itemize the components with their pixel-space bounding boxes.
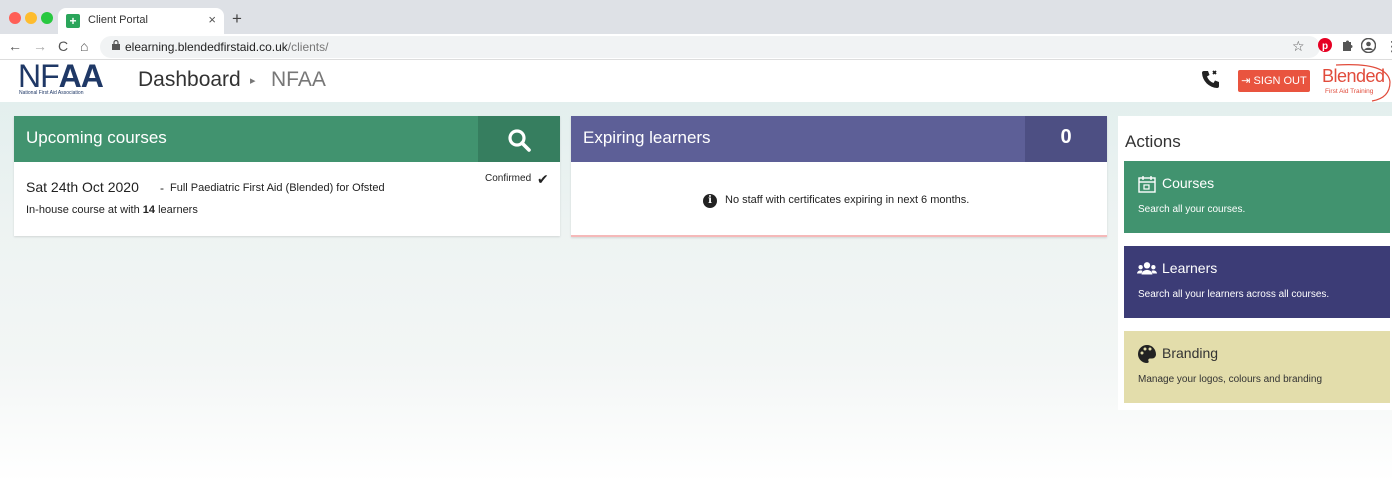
pinterest-extension-icon[interactable]: p <box>1318 38 1332 55</box>
expiring-count: 0 <box>1060 126 1072 148</box>
upcoming-courses-title: Upcoming courses <box>26 128 167 147</box>
extensions-puzzle-icon[interactable] <box>1340 38 1354 55</box>
upcoming-courses-card: Upcoming courses Sat 24th Oct 2020 - Ful… <box>14 116 560 236</box>
window-close-button[interactable] <box>9 12 21 24</box>
search-courses-button[interactable] <box>478 116 560 162</box>
bookmark-star-icon[interactable]: ☆ <box>1292 38 1305 55</box>
breadcrumb-current: NFAA <box>271 68 326 91</box>
actions-title: Actions <box>1125 132 1181 151</box>
calendar-icon <box>1138 176 1156 193</box>
expiring-learners-card: Expiring learners 0 i No staff with cert… <box>571 116 1107 237</box>
browser-tab[interactable]: + Client Portal × <box>58 8 224 34</box>
browser-toolbar: ← → C ⌂ elearning.blendedfirstaid.co.uk/… <box>0 34 1392 60</box>
empty-state-message: No staff with certificates expiring in n… <box>725 194 970 206</box>
first-aid-favicon-icon: + <box>66 14 80 28</box>
profile-avatar-icon[interactable] <box>1360 37 1377 56</box>
sign-out-icon: ⇥ <box>1241 75 1251 87</box>
branding-action-title: Branding <box>1162 345 1219 361</box>
courses-action-desc: Search all your courses. <box>1138 204 1246 215</box>
course-details: In-house course at with 14 learners <box>26 204 198 216</box>
branding-action-desc: Manage your logos, colours and branding <box>1138 374 1323 385</box>
breadcrumb-separator-icon: ▸ <box>250 75 256 87</box>
blended-first-aid-logo: Blended First Aid Training <box>1316 62 1392 102</box>
tab-close-icon[interactable]: × <box>208 12 216 27</box>
learners-action-title: Learners <box>1162 260 1218 276</box>
actions-panel: Actions Courses Search all your courses.… <box>1118 116 1392 410</box>
learners-action-button[interactable]: Learners Search all your learners across… <box>1124 246 1390 318</box>
checkmark-icon: ✔ <box>537 171 549 187</box>
status-badge: Confirmed <box>485 173 532 184</box>
url-host: elearning.blendedfirstaid.co.uk <box>125 40 288 54</box>
browser-tabstrip: + Client Portal × + <box>0 0 1392 34</box>
courses-action-title: Courses <box>1162 175 1215 191</box>
page-title[interactable]: Dashboard <box>138 68 241 92</box>
phone-icon[interactable] <box>1200 68 1222 90</box>
app-header: NFAA National First Aid Association Dash… <box>0 60 1392 102</box>
back-icon[interactable]: ← <box>8 38 22 54</box>
new-tab-button[interactable]: + <box>232 9 242 29</box>
course-date[interactable]: Sat 24th Oct 2020 <box>26 179 139 195</box>
expiring-learners-title: Expiring learners <box>583 128 711 147</box>
search-icon <box>508 129 531 152</box>
expiring-learners-header: Expiring learners 0 <box>571 116 1107 162</box>
forward-icon[interactable]: → <box>33 38 47 54</box>
tab-title: Client Portal <box>88 14 148 26</box>
learners-action-desc: Search all your learners across all cour… <box>1138 289 1330 300</box>
logo-word: Blended <box>1322 66 1385 86</box>
home-icon[interactable]: ⌂ <box>80 38 88 54</box>
url-bar[interactable]: elearning.blendedfirstaid.co.uk/clients/ <box>100 36 1320 58</box>
window-maximize-button[interactable] <box>41 12 53 24</box>
svg-text:p: p <box>1322 41 1328 52</box>
reload-icon[interactable]: C <box>58 38 68 54</box>
course-name[interactable]: Full Paediatric First Aid (Blended) for … <box>170 182 385 194</box>
window-minimize-button[interactable] <box>25 12 37 24</box>
url-text: elearning.blendedfirstaid.co.uk/clients/ <box>125 40 328 54</box>
lock-icon <box>112 39 120 53</box>
logo-subtitle: National First Aid Association <box>19 90 84 96</box>
logo-wordmark: NFAA <box>18 58 104 94</box>
courses-action-button[interactable]: Courses Search all your courses. <box>1124 161 1390 233</box>
learner-count: 14 <box>142 204 156 216</box>
upcoming-courses-header: Upcoming courses <box>14 116 560 162</box>
logo-tagline: First Aid Training <box>1325 88 1374 95</box>
palette-icon <box>1138 345 1156 363</box>
sign-out-label: SIGN OUT <box>1253 75 1307 87</box>
users-icon <box>1137 262 1157 275</box>
nfaa-logo[interactable]: NFAA National First Aid Association <box>18 58 118 100</box>
branding-action-button[interactable]: Branding Manage your logos, colours and … <box>1124 331 1390 403</box>
course-separator: - <box>160 181 164 195</box>
info-icon: i <box>703 194 717 208</box>
sign-out-button[interactable]: ⇥ SIGN OUT <box>1238 70 1310 92</box>
browser-menu-icon[interactable]: ⋮ <box>1385 38 1392 55</box>
url-path: /clients/ <box>287 40 329 54</box>
expiring-count-box: 0 <box>1025 116 1107 162</box>
